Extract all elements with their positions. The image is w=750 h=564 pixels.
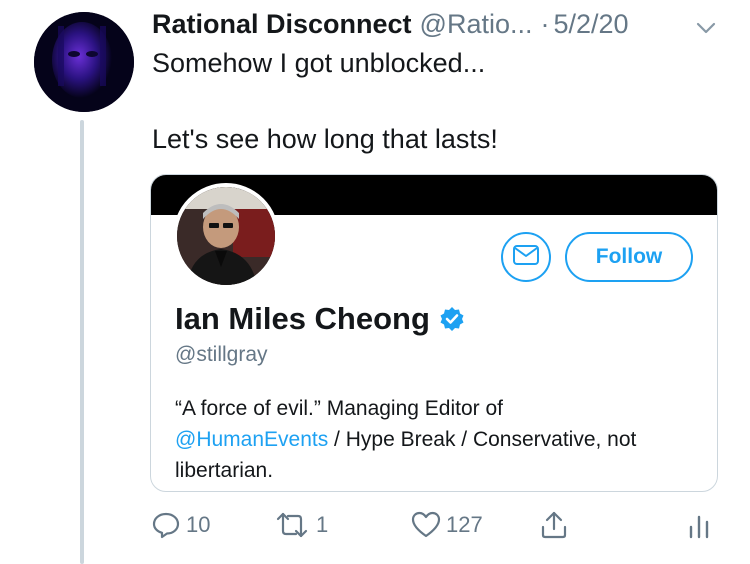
profile-name[interactable]: Ian Miles Cheong: [175, 301, 430, 337]
bio-line: libertarian.: [175, 459, 274, 482]
thread-line: [80, 120, 84, 564]
tweet-text-line: Somehow I got unblocked...: [152, 48, 486, 78]
profile-name-row: Ian Miles Cheong: [175, 297, 466, 341]
retweet-count: 1: [316, 512, 329, 537]
separator-dot: ·: [540, 8, 550, 39]
bio-mention-link[interactable]: @HumanEvents: [175, 428, 328, 451]
reply-icon: [150, 509, 182, 541]
share-icon: [538, 509, 570, 541]
author-avatar[interactable]: [34, 12, 134, 112]
tweet-text: Somehow I got unblocked... Let's see how…: [152, 44, 722, 158]
author-name[interactable]: Rational Disconnect: [152, 9, 412, 40]
tweet-text-line: Let's see how long that lasts!: [152, 124, 498, 154]
reply-count: 10: [186, 512, 211, 537]
share-button[interactable]: [538, 508, 570, 542]
profile-card[interactable]: Follow Ian Miles Cheong @stillgray “A fo…: [150, 174, 718, 492]
follow-button[interactable]: Follow: [565, 232, 693, 282]
author-handle[interactable]: @Ratio...: [420, 9, 533, 40]
tweet-actions: 10 1 127: [0, 500, 750, 550]
bio-line: “A force of evil.” Managing Editor of: [175, 397, 503, 420]
analytics-icon: [686, 509, 712, 541]
author-avatar-image: [34, 12, 134, 112]
retweet-icon: [272, 509, 312, 541]
envelope-icon: [512, 244, 540, 271]
message-button[interactable]: [501, 232, 551, 282]
analytics-button[interactable]: [686, 508, 712, 542]
profile-avatar-image: [177, 187, 275, 285]
tweet-header: Rational Disconnect @Ratio... · 5/2/20: [152, 6, 726, 42]
retweet-button[interactable]: 1: [272, 508, 328, 542]
verified-badge-icon: [438, 305, 466, 333]
bio-text: / Hype Break / Conservative, not: [328, 428, 637, 451]
heart-icon: [410, 509, 442, 541]
post-date[interactable]: 5/2/20: [554, 9, 629, 40]
like-count: 127: [446, 512, 483, 537]
like-button[interactable]: 127: [410, 508, 483, 542]
profile-avatar[interactable]: [173, 183, 279, 289]
reply-button[interactable]: 10: [150, 508, 210, 542]
chevron-down-icon[interactable]: [694, 14, 718, 34]
profile-handle[interactable]: @stillgray: [175, 343, 268, 367]
profile-bio: “A force of evil.” Managing Editor of @H…: [175, 393, 705, 486]
bio-line: @HumanEvents / Hype Break / Conservative…: [175, 424, 705, 455]
